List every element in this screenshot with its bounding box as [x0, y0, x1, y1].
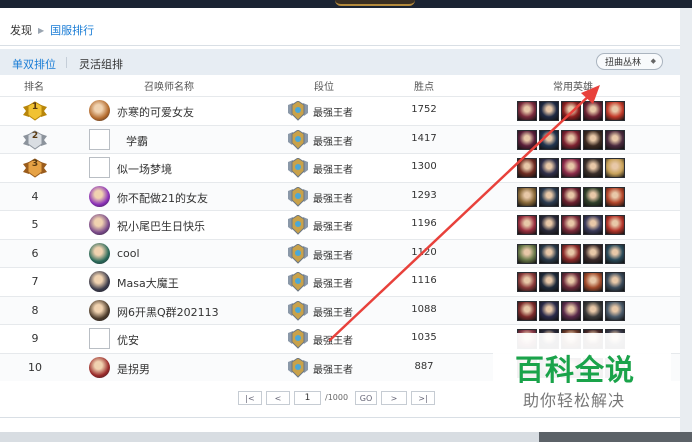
- arrow-shaft: [328, 90, 595, 342]
- watermark-title: 百科全说: [515, 353, 636, 387]
- watermark-subtitle: 助你轻松解决: [523, 391, 626, 410]
- watermark: 百科全说 助你轻松解决: [493, 333, 671, 415]
